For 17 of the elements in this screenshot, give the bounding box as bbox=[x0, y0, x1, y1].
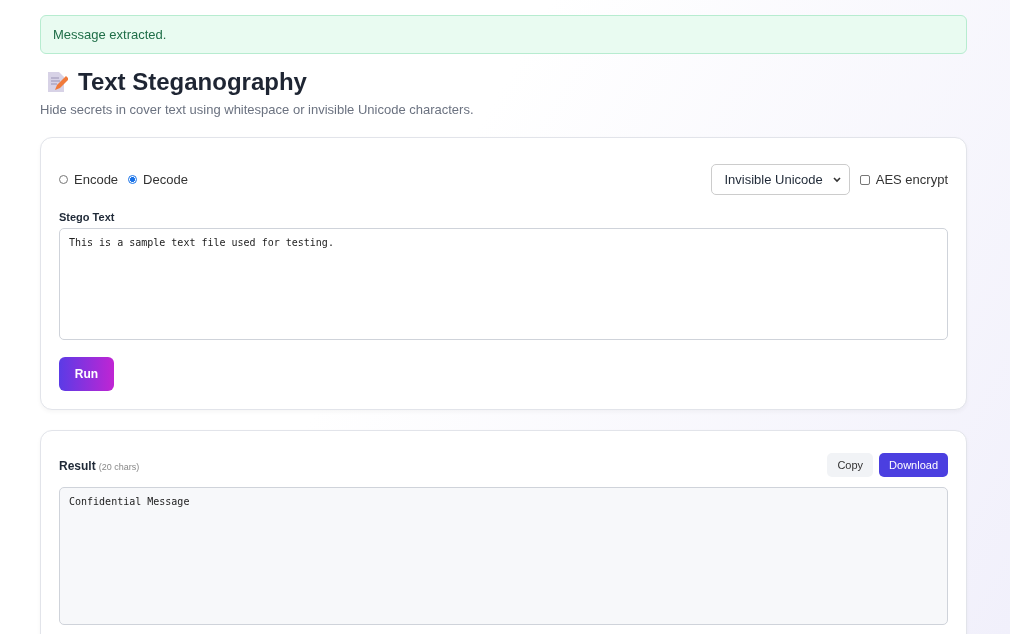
mode-radio[interactable]: Decode bbox=[128, 172, 188, 187]
mode-radio[interactable]: Encode bbox=[59, 172, 119, 187]
char-count: (20 chars) bbox=[98, 462, 140, 472]
page-title: Text Steganography bbox=[78, 68, 307, 96]
page-subtitle: Hide secrets in cover text using whitespace or invisible Unicode characters. bbox=[40, 102, 475, 117]
stego-text-field[interactable]: This is a sample text file used for testing. bbox=[59, 228, 948, 340]
encrypt-checkbox[interactable]: AES encrypt bbox=[859, 172, 948, 187]
copy-button[interactable]: Copy bbox=[827, 453, 874, 477]
download-button[interactable]: Download bbox=[879, 453, 948, 477]
memo-pencil-icon bbox=[46, 70, 68, 94]
field-label: Stego Text bbox=[59, 211, 116, 223]
success-alert: Message extracted. bbox=[40, 15, 967, 54]
result-field[interactable]: Confidential Message bbox=[59, 487, 948, 625]
method-select[interactable]: Invisible Unicode bbox=[711, 164, 850, 195]
result-label: Result bbox=[59, 459, 96, 473]
chevron-down-icon bbox=[832, 176, 841, 183]
run-button[interactable]: Run bbox=[59, 357, 114, 391]
